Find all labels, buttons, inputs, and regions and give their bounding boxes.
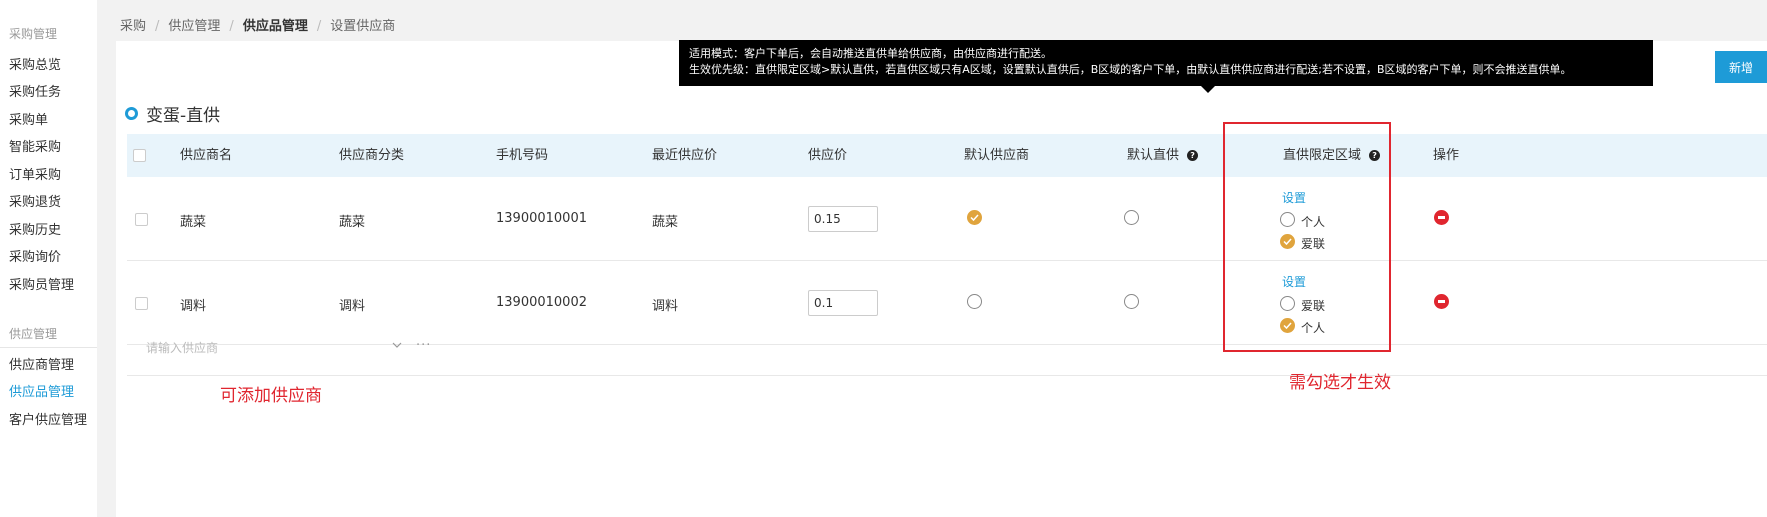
remove-icon[interactable] [1434,210,1449,225]
tooltip-arrow [1201,86,1215,93]
breadcrumb-item-supply[interactable]: 供应管理 [168,19,220,34]
supplier-select[interactable]: 请输入供应商 [146,339,406,361]
section-title-text: 变蛋-直供 [146,106,221,126]
header-default-supplier: 默认供应商 [964,148,1030,163]
check-icon [970,214,979,222]
default-supplier-radio[interactable] [967,294,982,309]
header-action: 操作 [1433,148,1460,163]
breadcrumb: 采购 / 供应管理 / 供应品管理 / 设置供应商 [120,15,395,34]
sidebar: 采购管理 采购总览 采购任务 采购单 智能采购 订单采购 采购退货 采购历史 采… [0,0,97,517]
annotation-add-supplier: 可添加供应商 [220,386,322,406]
header-supplier-name: 供应商名 [180,148,233,163]
cell-recent-price: 调料 [652,299,679,314]
sidebar-section-purchase: 采购管理 [9,27,58,41]
sidebar-item-smart-purchase[interactable]: 智能采购 [9,136,61,155]
breadcrumb-separator: / [316,19,322,34]
new-button[interactable]: 新增 [1715,51,1767,83]
header-recent-price: 最近供应价 [652,148,718,163]
breadcrumb-item-supply-goods[interactable]: 供应品管理 [243,19,308,34]
cell-supplier-category: 调料 [339,299,366,314]
sidebar-item-purchase-history[interactable]: 采购历史 [9,219,61,238]
circle-icon [125,107,138,120]
price-input[interactable] [808,206,878,232]
select-all-checkbox[interactable] [133,149,146,162]
help-icon[interactable]: ? [1187,150,1199,161]
header-price: 供应价 [808,148,848,163]
cell-supplier-category: 蔬菜 [339,215,366,230]
section-title: 变蛋-直供 [125,101,220,126]
sidebar-item-purchase-return[interactable]: 采购退货 [9,191,61,210]
breadcrumb-separator: / [229,19,234,34]
sidebar-divider [0,347,97,348]
tooltip-line-2: 生效优先级：直供限定区域>默认直供，若直供区域只有A区域，设置默认直供后，B区域… [689,63,1572,76]
help-tooltip: 适用模式：客户下单后，会自动推送直供单给供应商，由供应商进行配送。 生效优先级：… [679,40,1653,86]
table-row: 蔬菜 蔬菜 13900010001 蔬菜 设置 个人 爱联 [127,177,1767,261]
cell-phone: 13900010001 [496,211,587,226]
cell-supplier-name: 蔬菜 [180,215,207,230]
sidebar-item-order-purchase[interactable]: 订单采购 [9,164,61,183]
row-checkbox[interactable] [135,213,148,226]
default-supplier-radio-checked[interactable] [967,210,982,225]
cell-supplier-name: 调料 [180,299,207,314]
default-direct-radio[interactable] [1124,294,1139,309]
header-supplier-category: 供应商分类 [339,148,405,163]
add-supplier-row: 请输入供应商 ··· [127,325,1767,376]
breadcrumb-separator: / [155,19,160,34]
more-icon[interactable]: ··· [416,338,431,353]
sidebar-item-purchase-order[interactable]: 采购单 [9,109,48,128]
annotation-must-check: 需勾选才生效 [1289,373,1391,393]
cell-phone: 13900010002 [496,295,587,310]
cell-recent-price: 蔬菜 [652,215,679,230]
default-direct-radio[interactable] [1124,210,1139,225]
table-header: 供应商名 供应商分类 手机号码 最近供应价 供应价 默认供应商 默认直供? 直供… [127,134,1767,177]
tooltip-line-1: 适用模式：客户下单后，会自动推送直供单给供应商，由供应商进行配送。 [689,47,1052,60]
highlight-box [1223,122,1391,352]
breadcrumb-item-current: 设置供应商 [330,19,396,34]
main-panel: 新增 变蛋-直供 供应商名 供应商分类 手机号码 最近供应价 供应价 默认供应商… [116,41,1767,517]
supplier-select-placeholder: 请输入供应商 [146,341,219,355]
sidebar-section-supply: 供应管理 [9,327,58,341]
price-input[interactable] [808,290,878,316]
breadcrumb-item-purchase[interactable]: 采购 [120,19,146,34]
header-phone: 手机号码 [496,148,549,163]
sidebar-item-supply-goods[interactable]: 供应品管理 [9,381,74,400]
row-checkbox[interactable] [135,297,148,310]
sidebar-item-customer-supply[interactable]: 客户供应管理 [9,409,87,428]
sidebar-item-purchase-overview[interactable]: 采购总览 [9,54,61,73]
chevron-down-icon [392,342,402,348]
sidebar-item-buyer-management[interactable]: 采购员管理 [9,274,74,293]
header-default-direct-label: 默认直供 [1127,148,1180,163]
sidebar-item-supplier-management[interactable]: 供应商管理 [9,354,74,373]
sidebar-item-purchase-inquiry[interactable]: 采购询价 [9,246,61,265]
remove-icon[interactable] [1434,294,1449,309]
sidebar-item-purchase-task[interactable]: 采购任务 [9,81,61,100]
header-default-direct: 默认直供? [1127,134,1199,177]
